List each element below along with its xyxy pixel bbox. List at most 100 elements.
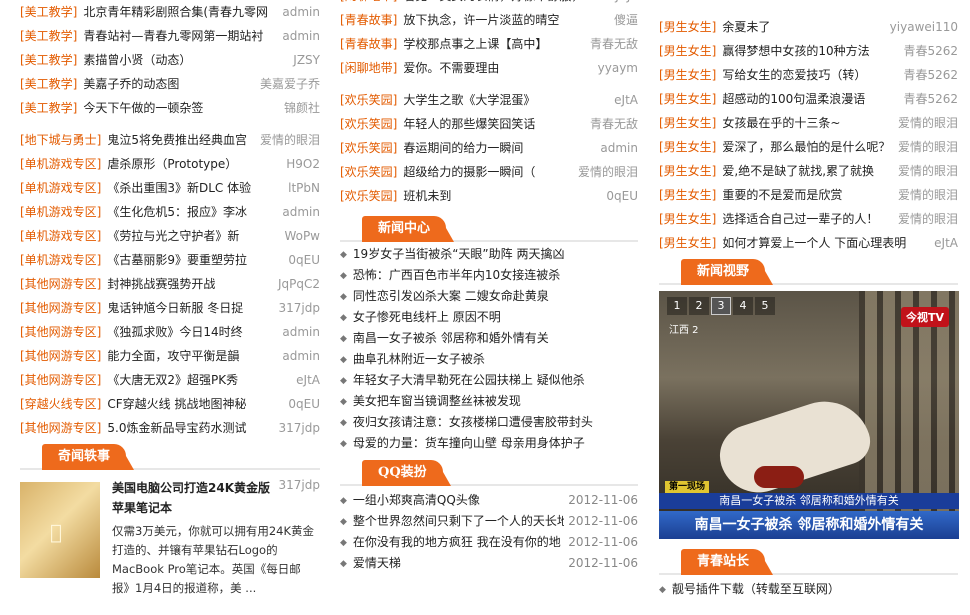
list-item[interactable]: [其他网游专区] 5.0炼金新品导宝药水测试 317jdp [20, 416, 320, 440]
feature-article[interactable]:  美国电脑公司打造24K黄金版苹果笔记本 317jdp 仅需3万美元，你就可以… [20, 478, 320, 595]
item-author[interactable]: 0qEU [602, 184, 638, 208]
item-title-link[interactable]: 虐杀原形（Prototype） [107, 157, 237, 171]
category-link[interactable]: [男生女生] [659, 20, 716, 34]
item-author[interactable]: 爱情的眼泪 [573, 160, 638, 184]
item-title-link[interactable]: 重要的不是爱而是欣赏 [722, 188, 842, 202]
item-title-link[interactable]: 年轻人的那些爆笑囧笑话 [403, 117, 535, 131]
list-item[interactable]: ◆ 年轻女子大清早勒死在公园扶梯上 疑似他杀 [340, 370, 638, 391]
feature-title[interactable]: 美国电脑公司打造24K黄金版苹果笔记本 [112, 478, 272, 518]
item-title-link[interactable]: 整个世界忽然间只剩下了一个人的天长地 [353, 514, 569, 528]
list-item[interactable]: [欢乐笑园] 大学生之歌《大学混蛋》 eJtA [340, 88, 638, 112]
category-link[interactable]: [男生女生] [659, 188, 716, 202]
list-item[interactable]: ◆ 同性恋引发凶杀大案 二嫂女命赴黄泉 [340, 286, 638, 307]
list-item[interactable]: ◆ 在你没有我的地方疯狂 我在没有你的地 2012-11-06 [340, 532, 638, 553]
category-link[interactable]: [欢乐笑园] [340, 93, 397, 107]
list-item[interactable]: [欢乐笑园] 年轻人的那些爆笑囧笑话 青春无敌 [340, 112, 638, 136]
category-link[interactable]: [其他网游专区] [20, 421, 101, 435]
item-title-link[interactable]: 今天下午做的一顿杂签 [83, 101, 203, 115]
item-author[interactable]: yyaym [593, 56, 638, 80]
category-link[interactable]: [美工教学] [20, 77, 77, 91]
category-link[interactable]: [闲聊地带] [340, 61, 397, 75]
category-link[interactable]: [男生女生] [659, 92, 716, 106]
category-link[interactable]: [其他网游专区] [20, 277, 101, 291]
category-link[interactable]: [单机游戏专区] [20, 253, 101, 267]
item-title-link[interactable]: CF穿越火线 挑战地图神秘 [107, 397, 246, 411]
item-author[interactable]: 爱情的眼泪 [893, 207, 958, 231]
list-item[interactable]: ◆ 母爱的力量：货车撞向山壁 母亲用身体护子 [340, 433, 638, 454]
item-title-link[interactable]: 一组小郑爽高清QQ头像 [353, 493, 480, 507]
list-item[interactable]: [男生女生] 女孩最在乎的十三条~ 爱情的眼泪 [659, 111, 958, 135]
list-item[interactable]: [青春故事] 放下执念，许一片淡蓝的晴空 傻逼 [340, 8, 638, 32]
category-link[interactable]: [欢乐笑园] [340, 165, 397, 179]
item-title-link[interactable]: 春运期间的给力一瞬间 [403, 141, 523, 155]
slide-number-button[interactable]: 3 [711, 297, 731, 315]
item-title-link[interactable]: 年轻女子大清早勒死在公园扶梯上 疑似他杀 [353, 373, 585, 387]
list-item[interactable]: [欢乐笑园] 班机未到 0qEU [340, 184, 638, 208]
item-author[interactable]: admin [278, 344, 320, 368]
category-link[interactable]: [美工教学] [20, 5, 77, 19]
category-link[interactable]: [美工教学] [20, 53, 77, 67]
item-author[interactable]: rJKJ8 [606, 0, 638, 8]
category-link[interactable]: [男生女生] [659, 140, 716, 154]
item-title-link[interactable]: 如何才算爱上一个人 下面心理表明 [722, 236, 906, 250]
item-title-link[interactable]: 鬼泣5将免费推出经典血宫 [107, 133, 247, 147]
list-item[interactable]: [男生女生] 重要的不是爱而是欣赏 爱情的眼泪 [659, 183, 958, 207]
item-title-link[interactable]: 超感动的100句温柔浪漫语 [722, 92, 865, 106]
list-item[interactable]: ◆ 整个世界忽然间只剩下了一个人的天长地 2012-11-06 [340, 511, 638, 532]
item-author[interactable]: 爱情的眼泪 [893, 135, 958, 159]
item-author[interactable]: 锦颜社 [279, 96, 320, 120]
list-item[interactable]: ◆ 美女把车窗当镜调整丝袜被发现 [340, 391, 638, 412]
item-title-link[interactable]: 超级给力的摄影一瞬间（ [403, 165, 535, 179]
item-author[interactable]: 317jdp [274, 416, 320, 440]
list-item[interactable]: [男生女生] 超感动的100句温柔浪漫语 青春5262 [659, 87, 958, 111]
item-author[interactable]: 317jdp [274, 296, 320, 320]
category-link[interactable]: [男生女生] [659, 164, 716, 178]
item-title-link[interactable]: 《生化危机5：报应》李冰 [107, 205, 247, 219]
news-slideshow[interactable]: 12345 今视TV 江西 2 第一现场 南昌一女子被杀 邻居称和婚外情有关 南… [659, 291, 959, 539]
category-link[interactable]: [单机游戏专区] [20, 229, 101, 243]
item-title-link[interactable]: 美嘉子乔的动态图 [83, 77, 179, 91]
slide-number-button[interactable]: 4 [733, 297, 753, 315]
item-title-link[interactable]: 看见一美女的表情，好像不舒服， [403, 0, 583, 3]
category-link[interactable]: [美工教学] [20, 29, 77, 43]
list-item[interactable]: [单机游戏专区] 《劳拉与光之守护者》新 WoPw [20, 224, 320, 248]
item-title-link[interactable]: 爱深了，那么最怕的是什么呢？ [722, 140, 890, 154]
list-item[interactable]: [青春故事] 学校那点事之上课【高中】 青春无敌 [340, 32, 638, 56]
item-title-link[interactable]: 《杀出重围3》新DLC 体验 [107, 181, 251, 195]
item-author[interactable]: eJtA [610, 88, 638, 112]
item-title-link[interactable]: 大学生之歌《大学混蛋》 [403, 93, 535, 107]
item-title-link[interactable]: 19岁女子当街被杀“天眼”助阵 两天擒凶 [353, 247, 565, 261]
category-link[interactable]: [其他网游专区] [20, 301, 101, 315]
item-author[interactable]: 0qEU [284, 392, 320, 416]
section-tab-qq[interactable]: QQ装扮 [362, 460, 451, 486]
item-title-link[interactable]: 封神挑战赛强势开战 [107, 277, 215, 291]
item-title-link[interactable]: 写给女生的恋爱技巧（转） [722, 68, 866, 82]
item-title-link[interactable]: 爱,绝不是缺了就找,累了就换 [722, 164, 874, 178]
list-item[interactable]: [美工教学] 素描曾小贤（动态） JZSY [20, 48, 320, 72]
category-link[interactable]: [男生女生] [659, 116, 716, 130]
list-item[interactable]: [其他网游专区] 《大唐无双2》超强PK秀 eJtA [20, 368, 320, 392]
item-title-link[interactable]: 夜归女孩请注意：女孩楼梯口遭侵害胶带封头 [353, 415, 593, 429]
item-author[interactable]: 青春无敌 [585, 32, 638, 56]
list-item[interactable]: ◆ 南昌一女子被杀 邻居称和婚外情有关 [340, 328, 638, 349]
list-item[interactable]: [其他网游专区] 能力全面，攻守平衡是韻 admin [20, 344, 320, 368]
section-tab-odd-news[interactable]: 奇闻轶事 [42, 444, 135, 470]
list-item[interactable]: [男生女生] 爱深了，那么最怕的是什么呢？ 爱情的眼泪 [659, 135, 958, 159]
item-title-link[interactable]: 鬼话钟馗今日新服 冬日捉 [107, 301, 243, 315]
item-author[interactable]: 青春5262 [899, 87, 958, 111]
item-title-link[interactable]: 南昌一女子被杀 邻居称和婚外情有关 [353, 331, 549, 345]
category-link[interactable]: [青春故事] [340, 37, 397, 51]
item-author[interactable]: admin [596, 136, 638, 160]
list-item[interactable]: ◆ 一组小郑爽高清QQ头像 2012-11-06 [340, 490, 638, 511]
list-item[interactable]: [闲聊地带] 看见一美女的表情，好像不舒服， rJKJ8 [340, 0, 638, 8]
list-item[interactable]: ◆ 女子惨死电线杆上 原因不明 [340, 307, 638, 328]
list-item[interactable]: [单机游戏专区] 《古墓丽影9》要重塑劳拉 0qEU [20, 248, 320, 272]
list-item[interactable]: [欢乐笑园] 春运期间的给力一瞬间 admin [340, 136, 638, 160]
item-author[interactable]: H9O2 [282, 152, 320, 176]
list-item[interactable]: ◆ 爱情天梯 2012-11-06 [340, 553, 638, 574]
list-item[interactable]: [男生女生] 写给女生的恋爱技巧（转） 青春5262 [659, 63, 958, 87]
slide-number-button[interactable]: 5 [755, 297, 775, 315]
item-title-link[interactable]: 靓号插件下载（转载至互联网） [672, 582, 840, 596]
item-title-link[interactable]: 《古墓丽影9》要重塑劳拉 [107, 253, 247, 267]
item-author[interactable]: 爱情的眼泪 [255, 128, 320, 152]
